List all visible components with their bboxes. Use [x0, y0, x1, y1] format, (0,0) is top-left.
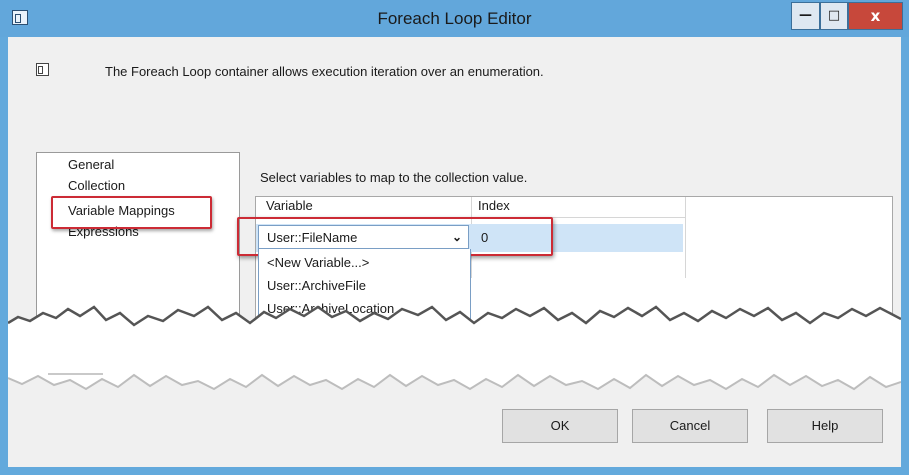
window-title: Foreach Loop Editor: [377, 9, 532, 28]
torn-edge-graphic: [8, 305, 901, 391]
lower-panel-edge: [48, 373, 103, 375]
ok-button[interactable]: OK: [502, 409, 618, 443]
close-button[interactable]: x: [848, 2, 903, 30]
dialog-client-area: The Foreach Loop container allows execut…: [8, 37, 901, 467]
title-bar[interactable]: Foreach Loop Editor — □ x: [0, 0, 909, 37]
minimize-button[interactable]: —: [791, 2, 820, 30]
cancel-button[interactable]: Cancel: [632, 409, 748, 443]
maximize-button[interactable]: □: [820, 2, 848, 30]
help-button[interactable]: Help: [767, 409, 883, 443]
dialog-window: Foreach Loop Editor — □ x The Foreach Lo…: [0, 0, 909, 475]
